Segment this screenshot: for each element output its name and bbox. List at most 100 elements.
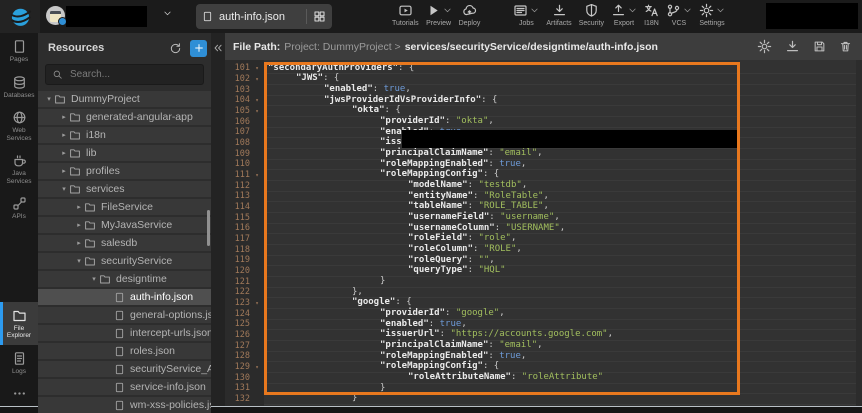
code-line-110[interactable]: 110"roleMappingEnabled": true, bbox=[225, 159, 862, 170]
tree-item-salesdb[interactable]: ▸salesdb bbox=[38, 235, 211, 251]
code-line-114[interactable]: 114"tableName": "ROLE_TABLE", bbox=[225, 202, 862, 213]
rail-item-file-explorer[interactable]: File Explorer bbox=[0, 302, 38, 345]
fold-marker-icon[interactable]: ▾ bbox=[250, 300, 264, 307]
rail-item-java-services[interactable]: Java Services bbox=[0, 147, 38, 190]
topbar-action-jobs[interactable]: Jobs bbox=[513, 2, 539, 27]
arrow-right-icon[interactable]: ▸ bbox=[59, 149, 69, 157]
code-line-124[interactable]: 124"providerId": "google", bbox=[225, 308, 862, 319]
code-line-102[interactable]: 102▾"JWS": { bbox=[225, 74, 862, 85]
tree-item-intercept-urls-json[interactable]: intercept-urls.json bbox=[38, 325, 211, 341]
fold-marker-icon[interactable]: ▾ bbox=[250, 97, 264, 104]
tree-item-securityservice-api-json[interactable]: securityService_API.json bbox=[38, 361, 211, 377]
code-line-115[interactable]: 115"usernameField": "username", bbox=[225, 212, 862, 223]
code-line-111[interactable]: 111▾"roleMappingConfig": { bbox=[225, 170, 862, 181]
arrow-down-icon[interactable]: ▾ bbox=[44, 95, 54, 103]
tree-item-auth-info-json[interactable]: auth-info.json bbox=[38, 289, 211, 305]
topbar-action-i18n[interactable]: I18N bbox=[644, 2, 659, 27]
search-input[interactable] bbox=[68, 68, 197, 81]
code-line-122[interactable]: 122}, bbox=[225, 287, 862, 298]
arrow-down-icon[interactable]: ▾ bbox=[59, 185, 69, 193]
add-resource-button[interactable] bbox=[190, 40, 207, 57]
tree-item-myjavaservice[interactable]: ▸MyJavaService bbox=[38, 217, 211, 233]
fold-marker-icon[interactable]: ▾ bbox=[250, 108, 264, 115]
code-line-103[interactable]: 103"enabled": true, bbox=[225, 84, 862, 95]
tree-item-securityservice[interactable]: ▾securityService bbox=[38, 253, 211, 269]
arrow-right-icon[interactable]: ▸ bbox=[74, 221, 84, 229]
code-line-120[interactable]: 120"queryType": "HQL" bbox=[225, 266, 862, 277]
code-line-129[interactable]: 129▾"roleMappingConfig": { bbox=[225, 362, 862, 373]
code-line-131[interactable]: 131} bbox=[225, 383, 862, 394]
project-avatar[interactable] bbox=[46, 6, 65, 25]
tree-item-roles-json[interactable]: roles.json bbox=[38, 343, 211, 359]
topbar-action-vcs[interactable]: VCS bbox=[666, 2, 692, 27]
topbar-action-export[interactable]: Export bbox=[611, 2, 637, 27]
fold-marker-icon[interactable]: ▾ bbox=[250, 172, 264, 179]
rail-item-pages[interactable]: Pages bbox=[0, 33, 38, 69]
code-line-121[interactable]: 121} bbox=[225, 276, 862, 287]
collapse-panel-icon[interactable] bbox=[212, 42, 224, 54]
tree-item-fileservice[interactable]: ▸FileService bbox=[38, 199, 211, 215]
code-line-127[interactable]: 127"principalClaimName": "email", bbox=[225, 340, 862, 351]
topbar-action-preview[interactable]: Preview bbox=[426, 2, 452, 27]
topbar-action-deploy[interactable]: Deploy bbox=[459, 2, 481, 27]
arrow-right-icon[interactable]: ▸ bbox=[74, 239, 84, 247]
fold-marker-icon[interactable]: ▾ bbox=[250, 76, 264, 83]
code-line-118[interactable]: 118"roleColumn": "ROLE", bbox=[225, 244, 862, 255]
code-line-112[interactable]: 112"modelName": "testdb", bbox=[225, 180, 862, 191]
rail-item-apis[interactable]: APIs bbox=[0, 190, 38, 226]
project-chevron-down-icon[interactable] bbox=[163, 9, 172, 18]
resources-search[interactable] bbox=[45, 64, 204, 85]
tree-item-i18n[interactable]: ▸i18n bbox=[38, 127, 211, 143]
code-line-105[interactable]: 105▾"okta": { bbox=[225, 106, 862, 117]
app-logo[interactable] bbox=[0, 0, 40, 33]
arrow-right-icon[interactable]: ▸ bbox=[59, 167, 69, 175]
rail-item-logs[interactable]: Logs bbox=[0, 345, 38, 381]
tree-scrollbar[interactable] bbox=[207, 210, 210, 246]
code-line-116[interactable]: 116"usernameColumn": "USERNAME", bbox=[225, 223, 862, 234]
tree-item-dummyproject[interactable]: ▾DummyProject bbox=[38, 91, 211, 107]
rail-item-item[interactable] bbox=[0, 380, 38, 406]
code-line-130[interactable]: 130"roleAttributeName": "roleAttribute" bbox=[225, 372, 862, 383]
editor-settings-gear-icon[interactable] bbox=[757, 39, 772, 54]
code-line-101[interactable]: 101▾"secondaryAuthProviders": { bbox=[225, 63, 862, 74]
refresh-icon[interactable] bbox=[169, 42, 182, 55]
code-line-128[interactable]: 128"roleMappingEnabled": true, bbox=[225, 351, 862, 362]
topbar-action-settings[interactable]: Settings bbox=[699, 2, 725, 27]
tree-item-wm-xss-policies-json[interactable]: wm-xss-policies.json bbox=[38, 397, 211, 413]
rail-item-web-services[interactable]: Web Services bbox=[0, 104, 38, 147]
grid-icon[interactable] bbox=[313, 10, 326, 23]
code-line-119[interactable]: 119"roleQuery": "", bbox=[225, 255, 862, 266]
arrow-down-icon[interactable]: ▾ bbox=[89, 275, 99, 283]
rail-item-databases[interactable]: Databases bbox=[0, 69, 38, 105]
fold-marker-icon[interactable]: ▾ bbox=[250, 364, 264, 371]
tree-item-general-options-json[interactable]: general-options.json bbox=[38, 307, 211, 323]
tree-item-generated-angular-app[interactable]: ▸generated-angular-app bbox=[38, 109, 211, 125]
arrow-right-icon[interactable]: ▸ bbox=[59, 113, 69, 121]
editor-delete-trash-icon[interactable] bbox=[839, 40, 852, 53]
code-line-126[interactable]: 126"issuerUrl": "https://accounts.google… bbox=[225, 330, 862, 341]
code-line-123[interactable]: 123▾"google": { bbox=[225, 298, 862, 309]
editor-download-icon[interactable] bbox=[785, 39, 800, 54]
tree-item-designtime[interactable]: ▾designtime bbox=[38, 271, 211, 287]
editor-scrollbar[interactable] bbox=[856, 60, 862, 406]
arrow-right-icon[interactable]: ▸ bbox=[74, 203, 84, 211]
arrow-right-icon[interactable]: ▸ bbox=[59, 131, 69, 139]
code-line-109[interactable]: 109"principalClaimName": "email", bbox=[225, 148, 862, 159]
topbar-action-artifacts[interactable]: Artifacts bbox=[546, 2, 571, 27]
code-line-104[interactable]: 104▾"jwsProviderIdVsProviderInfo": { bbox=[225, 95, 862, 106]
code-line-132[interactable]: 132} bbox=[225, 394, 862, 405]
topbar-action-tutorials[interactable]: Tutorials bbox=[392, 2, 419, 27]
fold-marker-icon[interactable]: ▾ bbox=[250, 65, 264, 72]
topbar-action-security[interactable]: Security bbox=[579, 2, 604, 27]
tree-item-services[interactable]: ▾services bbox=[38, 181, 211, 197]
arrow-down-icon[interactable]: ▾ bbox=[74, 257, 84, 265]
tree-item-profiles[interactable]: ▸profiles bbox=[38, 163, 211, 179]
code-line-106[interactable]: 106"providerId": "okta", bbox=[225, 116, 862, 127]
editor-save-icon[interactable] bbox=[813, 40, 826, 53]
code-line-117[interactable]: 117"roleField": "role", bbox=[225, 234, 862, 245]
open-file-tab[interactable]: auth-info.json bbox=[196, 4, 332, 29]
code-area[interactable]: 101▾"secondaryAuthProviders": {102▾"JWS"… bbox=[225, 60, 862, 406]
tree-item-lib[interactable]: ▸lib bbox=[38, 145, 211, 161]
tree-item-service-info-json[interactable]: service-info.json bbox=[38, 379, 211, 395]
code-line-113[interactable]: 113"entityName": "RoleTable", bbox=[225, 191, 862, 202]
